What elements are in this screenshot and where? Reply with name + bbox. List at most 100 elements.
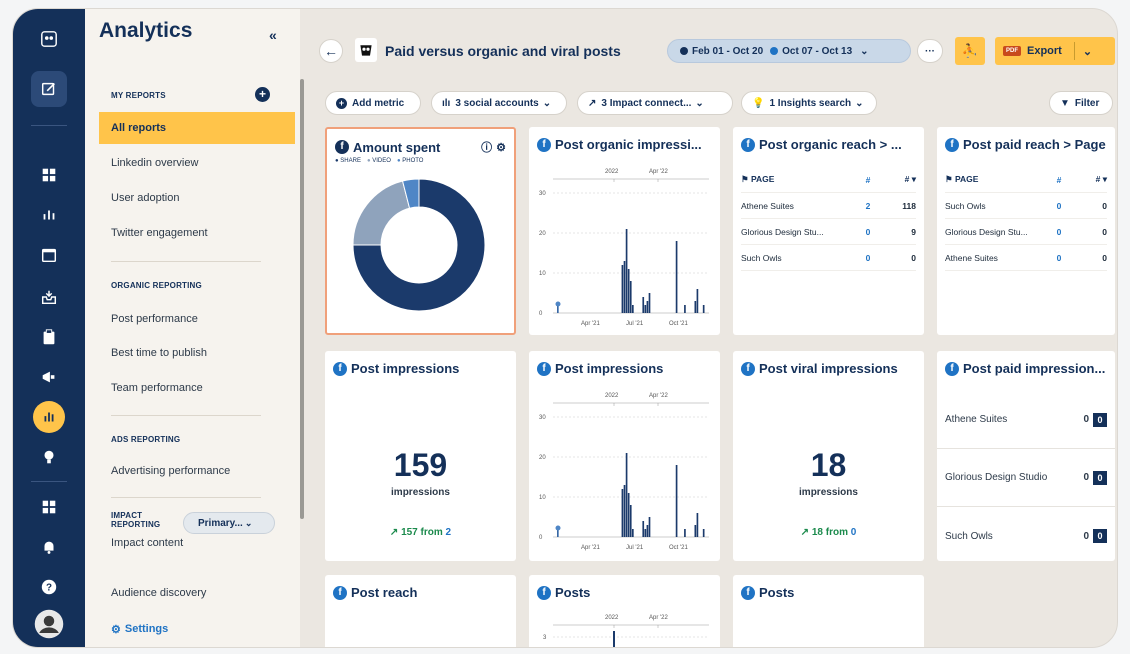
main-area: ← Paid versus organic and viral posts Fe… (307, 9, 1117, 647)
dashboard-icon[interactable] (33, 159, 65, 191)
sidebar-item-impact-content[interactable]: Impact content (99, 527, 295, 559)
owl-logo-icon[interactable] (33, 23, 65, 55)
collapse-sidebar-button[interactable]: « (269, 27, 277, 43)
from-word: from (825, 527, 848, 538)
inbox-icon[interactable] (33, 281, 65, 313)
legend-dot: ● (335, 158, 339, 164)
gear-icon[interactable]: ⚙ (496, 141, 506, 154)
help-icon[interactable]: ⓘ (481, 139, 492, 155)
sidebar-item-best-time[interactable]: Best time to publish (99, 337, 295, 369)
item-name: Athene Suites (945, 414, 1008, 425)
filter-button[interactable]: ▼ Filter (1049, 91, 1113, 115)
table-row: Athene Suites 0 0 (945, 245, 1107, 271)
posts-card[interactable]: f Posts (733, 575, 924, 647)
post-viral-impressions-card[interactable]: f Post viral impressions 18 impressions ↗… (733, 351, 924, 561)
sidebar-scrollbar[interactable] (300, 79, 304, 519)
col-page: ⚑ PAGE (945, 174, 979, 184)
help-icon[interactable]: ? (33, 571, 65, 603)
post-impressions-chart: 2022 Apr '22 30 20 10 0 Apr '21 Jul '21 Oct '21 (539, 393, 709, 551)
metric-value: 18 (810, 447, 847, 483)
sidebar-item-audience-discovery[interactable]: Audience discovery (99, 577, 295, 609)
back-arrow-icon[interactable]: ← (319, 39, 343, 63)
post-paid-reach-card[interactable]: f Post paid reach > Page ⚑ PAGE # # ▾ Such … (937, 127, 1115, 335)
sidebar-item-post-performance[interactable]: Post performance (99, 303, 295, 335)
bar (642, 297, 645, 313)
delta-from: 2 (445, 527, 452, 538)
post-paid-impressions-card[interactable]: f Post paid impression... Athene Suites 0 0… (937, 351, 1115, 561)
post-impressions-card[interactable]: f Post impressions 159 impressions ↗ 157 … (325, 351, 516, 561)
sidebar-item-user-adoption[interactable]: User adoption (99, 182, 295, 214)
chevron-down-icon: ⌄ (855, 97, 864, 109)
row-a: 0 (1056, 252, 1062, 263)
card-title: f Posts (741, 585, 916, 600)
metric-unit: impressions (799, 487, 858, 498)
export-button[interactable]: PDF Export ⌄ (995, 37, 1115, 65)
apps-icon[interactable] (33, 491, 65, 523)
bar (644, 529, 647, 537)
amount-spent-card[interactable]: f Amount spent ⓘ ⚙ ● SHARE ● VIDEO ● PHOTO (325, 127, 516, 335)
compose-icon[interactable] (31, 71, 67, 107)
impact-connections-filter[interactable]: ↗ 3 Impact connect... ⌄ (577, 91, 733, 115)
analytics-icon[interactable] (33, 401, 65, 433)
sidebar-item-team-performance[interactable]: Team performance (99, 372, 295, 404)
lightbulb-icon[interactable] (33, 441, 65, 473)
megaphone-icon[interactable] (33, 361, 65, 393)
y-tick-label: 0 (539, 535, 543, 541)
col-page-label: PAGE (750, 174, 775, 184)
y-tick-label: 30 (539, 191, 546, 197)
card-title: f Post reach (333, 585, 508, 600)
add-metric-button[interactable]: + Add metric (325, 91, 421, 115)
sidebar-item-advertising-performance[interactable]: Advertising performance (99, 455, 295, 487)
bell-icon[interactable] (33, 531, 65, 563)
legend-video: ● VIDEO (367, 158, 391, 164)
post-organic-reach-card[interactable]: f Post organic reach > ... ⚑ PAGE # # ▾ Ath… (733, 127, 924, 335)
sidebar-item-all-reports[interactable]: All reports (99, 112, 295, 144)
section-ads-reporting: ADS REPORTING (111, 435, 181, 444)
card-title-text: Posts (759, 585, 795, 600)
bar (642, 521, 645, 537)
more-options-button[interactable]: ··· (917, 39, 943, 63)
insights-search-filter[interactable]: 💡 1 Insights search ⌄ (741, 91, 877, 115)
add-report-icon[interactable]: + (255, 87, 270, 102)
col-page: ⚑ PAGE (741, 174, 775, 184)
item-value: 0 (1083, 472, 1089, 483)
card-title-text: Post paid impression... (963, 361, 1106, 376)
social-accounts-label: 3 social accounts (455, 97, 539, 109)
col-b[interactable]: # ▾ (886, 174, 916, 185)
bar (629, 281, 632, 313)
avatar[interactable] (32, 607, 66, 641)
sidebar-item-twitter-engagement[interactable]: Twitter engagement (99, 217, 295, 249)
post-impressions-chart-card[interactable]: f Post impressions 2022 Apr '22 30 20 10 0 Apr … (529, 351, 720, 561)
card-title-text: Post impressions (555, 361, 664, 376)
card-title-text: Post paid reach > Page (963, 137, 1106, 152)
streams-icon[interactable] (33, 199, 65, 231)
bar (646, 301, 649, 313)
bar (675, 465, 678, 537)
posts-chart-card[interactable]: f Posts 2022 Apr '22 3 (529, 575, 720, 647)
row-name: Such Owls (945, 200, 986, 211)
analytics-sidebar: Analytics « MY REPORTS + All reports Lin… (85, 9, 300, 647)
row-a: 2 (865, 200, 871, 211)
social-accounts-filter[interactable]: ılı 3 social accounts ⌄ (431, 91, 567, 115)
col-b[interactable]: # ▾ (1077, 174, 1107, 185)
top-mark-label: 2022 (605, 169, 619, 175)
sidebar-item-linkedin-overview[interactable]: Linkedin overview (99, 147, 295, 179)
row-b: 0 (1102, 200, 1107, 211)
date-range-picker[interactable]: Feb 01 - Oct 20 Oct 07 - Oct 13 ⌄ (667, 39, 911, 63)
row-name: Such Owls (741, 252, 782, 263)
card-title: f Post paid impression... (945, 361, 1107, 376)
calendar-icon[interactable] (33, 239, 65, 271)
plus-icon: + (336, 97, 347, 109)
post-organic-impressions-card[interactable]: f Post organic impressi... 2022 Apr '22 30 2… (529, 127, 720, 335)
x-tick-label: Apr '21 (581, 321, 600, 327)
row-name: Glorious Design Stu... (741, 226, 824, 237)
post-reach-card[interactable]: f Post reach (325, 575, 516, 647)
share-users-icon[interactable]: ⛹ (955, 37, 985, 65)
sidebar-item-settings[interactable]: ⚙ Settings (99, 613, 295, 645)
clipboard-icon[interactable] (33, 321, 65, 353)
paid-impressions-list: Athene Suites 0 0 Glorious Design Studio 0 0… (937, 391, 1115, 565)
chevron-down-icon: ⌄ (695, 97, 704, 109)
col-a: # (1056, 174, 1062, 185)
card-title: f Posts (537, 585, 712, 600)
rail-divider (31, 481, 67, 482)
